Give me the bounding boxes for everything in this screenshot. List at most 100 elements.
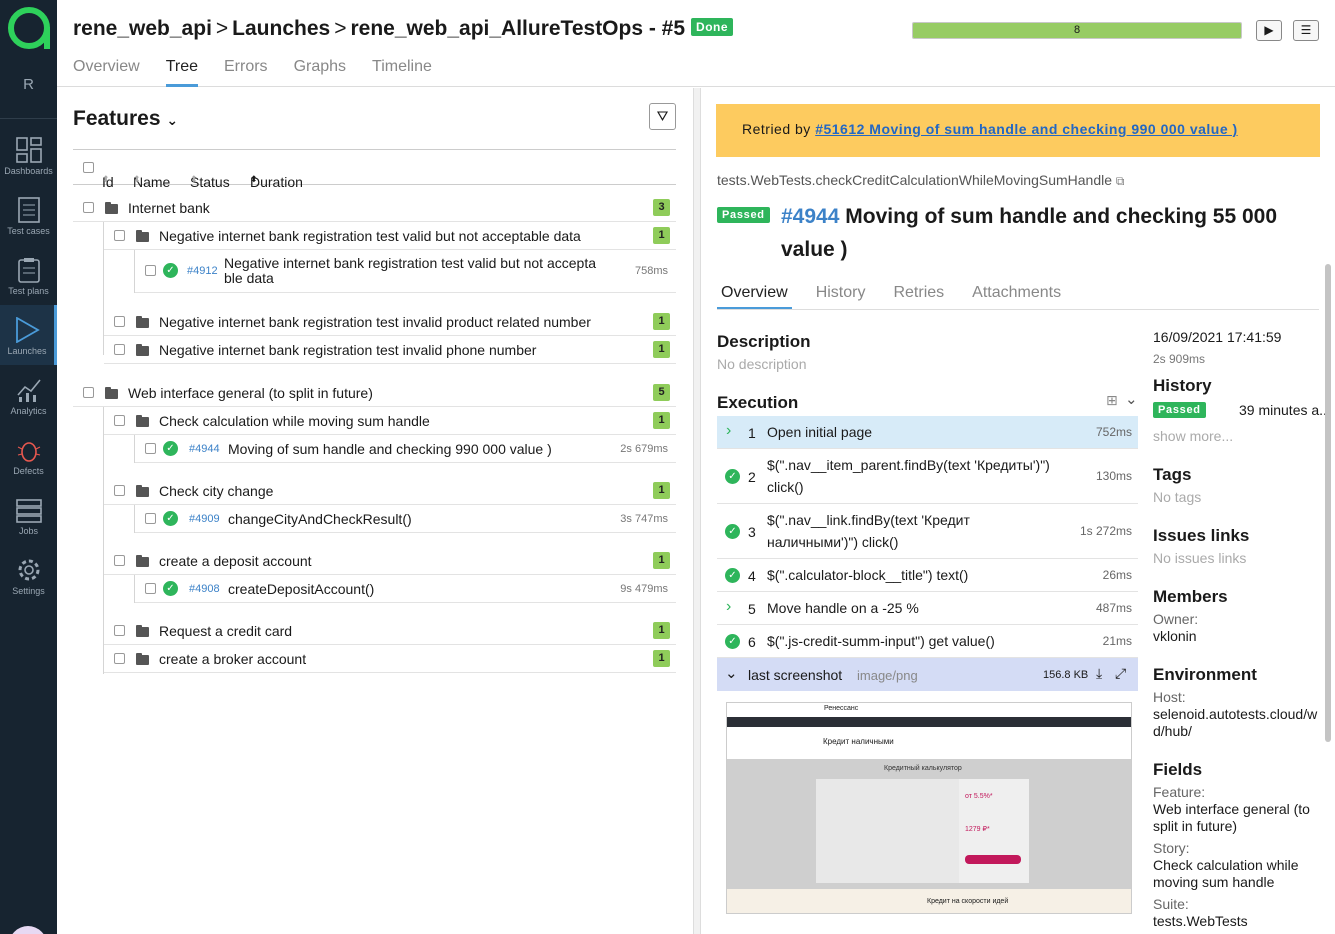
row-checkbox[interactable] <box>114 415 125 426</box>
layout-toggle-icon[interactable]: ⊞ <box>1106 392 1118 409</box>
row-checkbox[interactable] <box>145 513 156 524</box>
tree-group-row[interactable]: Check city change 1 <box>104 477 676 505</box>
execution-step[interactable]: ✓ 2 $(".nav__item_parent.findBy(text 'Кр… <box>717 449 1138 504</box>
issues-heading: Issues links <box>1153 526 1250 545</box>
test-case-row[interactable]: ✓ #4944 Moving of sum handle and checkin… <box>135 435 676 463</box>
tree-grouping-dropdown[interactable]: Features ⌄ <box>73 107 178 131</box>
sidebar-item-label: Defects <box>13 466 44 476</box>
tree-group-row[interactable]: Negative internet bank registration test… <box>104 308 676 336</box>
test-case-row[interactable]: ✓ #4908 createDepositAccount() 9s 479ms <box>135 575 676 603</box>
tree-group-row[interactable]: Negative internet bank registration test… <box>104 222 676 250</box>
step-duration: 21ms <box>1102 634 1132 648</box>
history-heading: History <box>1153 376 1212 395</box>
row-checkbox[interactable] <box>145 265 156 276</box>
download-icon[interactable]: ⤓ <box>1096 665 1102 682</box>
chevron-down-icon[interactable]: ⌄ <box>1125 390 1138 408</box>
breadcrumb-launches[interactable]: Launches <box>232 17 330 40</box>
panel-scrollbar[interactable] <box>1325 264 1331 742</box>
test-case-id[interactable]: #4909 <box>189 513 220 525</box>
tree-group-row[interactable]: Internet bank 3 <box>73 194 676 222</box>
tree-group-row[interactable]: Request a credit card 1 <box>104 617 676 645</box>
execution-step[interactable]: › 5 Move handle on a -25 % 487ms <box>717 592 1138 625</box>
environment-heading: Environment <box>1153 665 1257 684</box>
sidebar-item-analytics[interactable]: Analytics <box>0 365 57 425</box>
test-case-name-line: ble data <box>224 270 274 286</box>
description-heading: Description <box>717 332 811 351</box>
screenshot-preview[interactable]: Ренессанс Кредит наличными Кредитный кал… <box>726 702 1132 914</box>
sidebar-item-launches[interactable]: Launches <box>0 305 57 365</box>
sidebar-item-jobs[interactable]: Jobs <box>0 485 57 545</box>
allure-logo[interactable] <box>8 7 50 49</box>
hamburger-icon: ☰ <box>1300 23 1312 37</box>
row-checkbox[interactable] <box>114 316 125 327</box>
sidebar-item-defects[interactable]: Defects <box>0 425 57 485</box>
run-button[interactable]: ▶ <box>1256 20 1282 41</box>
show-more-link[interactable]: show more... <box>1153 428 1233 444</box>
panel-resize-handle[interactable] <box>693 88 701 934</box>
passed-check-icon: ✓ <box>163 581 178 596</box>
row-checkbox[interactable] <box>114 625 125 636</box>
row-checkbox[interactable] <box>145 443 156 454</box>
execution-step[interactable]: ✓ 4 $(".calculator-block__title") text()… <box>717 559 1138 592</box>
tab-overview[interactable]: Overview <box>717 282 792 309</box>
sidebar-item-dashboards[interactable]: Dashboards <box>0 125 57 185</box>
sidebar-item-settings[interactable]: Settings <box>0 545 57 605</box>
tab-graphs[interactable]: Graphs <box>294 58 346 87</box>
tree-group-row[interactable]: create a deposit account 1 <box>104 547 676 575</box>
attachment-row[interactable]: ⌄ last screenshot image/png 156.8 KB ⤓ ⤢ <box>717 658 1138 691</box>
row-checkbox[interactable] <box>114 485 125 496</box>
avatar[interactable] <box>9 926 47 934</box>
tab-overview[interactable]: Overview <box>73 58 140 87</box>
tab-errors[interactable]: Errors <box>224 58 268 87</box>
row-checkbox[interactable] <box>114 653 125 664</box>
test-case-link[interactable]: #4944 <box>781 205 839 228</box>
tab-tree[interactable]: Tree <box>165 58 198 87</box>
history-status-badge[interactable]: Passed <box>1153 402 1206 418</box>
test-case-id[interactable]: #4912 <box>187 265 218 277</box>
tree-group-row[interactable]: create a broker account 1 <box>104 645 676 673</box>
screenshot-footer: Кредит на скорости идей <box>927 898 1009 905</box>
user-menu[interactable]: R <box>0 76 57 93</box>
tab-attachments[interactable]: Attachments <box>968 282 1065 309</box>
tab-retries[interactable]: Retries <box>889 282 948 309</box>
execution-step[interactable]: › 1 Open initial page 752ms <box>717 416 1138 449</box>
host-value: selenoid.autotests.cloud/wd/hub/ <box>1153 706 1318 739</box>
row-checkbox[interactable] <box>114 344 125 355</box>
sidebar-item-test-cases[interactable]: Test cases <box>0 185 57 245</box>
retried-link[interactable]: #51612 Moving of sum handle and checking… <box>815 121 1237 137</box>
row-checkbox[interactable] <box>114 555 125 566</box>
group-count-badge: 1 <box>653 313 670 330</box>
execution-step[interactable]: ✓ 6 $(".js-credit-summ-input") get value… <box>717 625 1138 658</box>
tab-timeline[interactable]: Timeline <box>372 58 432 87</box>
test-case-row[interactable]: ✓ #4912 Negative internet bank registrat… <box>135 250 676 293</box>
tree-group-row[interactable]: Negative internet bank registration test… <box>104 336 676 364</box>
tree-group-row[interactable]: Check calculation while moving sum handl… <box>104 407 676 435</box>
copy-icon[interactable]: ⧉ <box>1116 174 1125 188</box>
row-checkbox[interactable] <box>145 583 156 594</box>
sidebar-item-test-plans[interactable]: Test plans <box>0 245 57 305</box>
select-all-checkbox[interactable] <box>83 162 94 173</box>
sidebar-item-label: Test plans <box>8 286 49 296</box>
screenshot-heading: Кредит наличными <box>823 737 894 746</box>
test-case-id[interactable]: #4944 <box>189 443 220 455</box>
retried-label: Retried by <box>742 121 811 137</box>
filter-button[interactable]: ⛛ <box>649 103 676 130</box>
menu-button[interactable]: ☰ <box>1293 20 1319 41</box>
test-case-name-line: Negative internet bank registration test… <box>224 255 596 271</box>
group-count-badge: 1 <box>653 552 670 569</box>
breadcrumb-project[interactable]: rene_web_api <box>73 17 212 40</box>
test-case-id[interactable]: #4908 <box>189 583 220 595</box>
group-count-badge: 1 <box>653 650 670 667</box>
tree-group-row[interactable]: Web interface general (to split in futur… <box>73 379 676 407</box>
settings-icon <box>18 559 39 581</box>
test-case-row[interactable]: ✓ #4909 changeCityAndCheckResult() 3s 74… <box>135 505 676 533</box>
row-checkbox[interactable] <box>114 230 125 241</box>
row-checkbox[interactable] <box>83 202 94 213</box>
row-checkbox[interactable] <box>83 387 94 398</box>
attachment-type: image/png <box>857 668 918 683</box>
breadcrumb-separator: > <box>215 17 229 40</box>
execution-step[interactable]: ✓ 3 $(".nav__link.findBy(text 'Кредит на… <box>717 504 1138 559</box>
sidebar-item-label: Dashboards <box>4 166 53 176</box>
tab-history[interactable]: History <box>812 282 870 309</box>
expand-icon[interactable]: ⤢ <box>1115 665 1126 682</box>
